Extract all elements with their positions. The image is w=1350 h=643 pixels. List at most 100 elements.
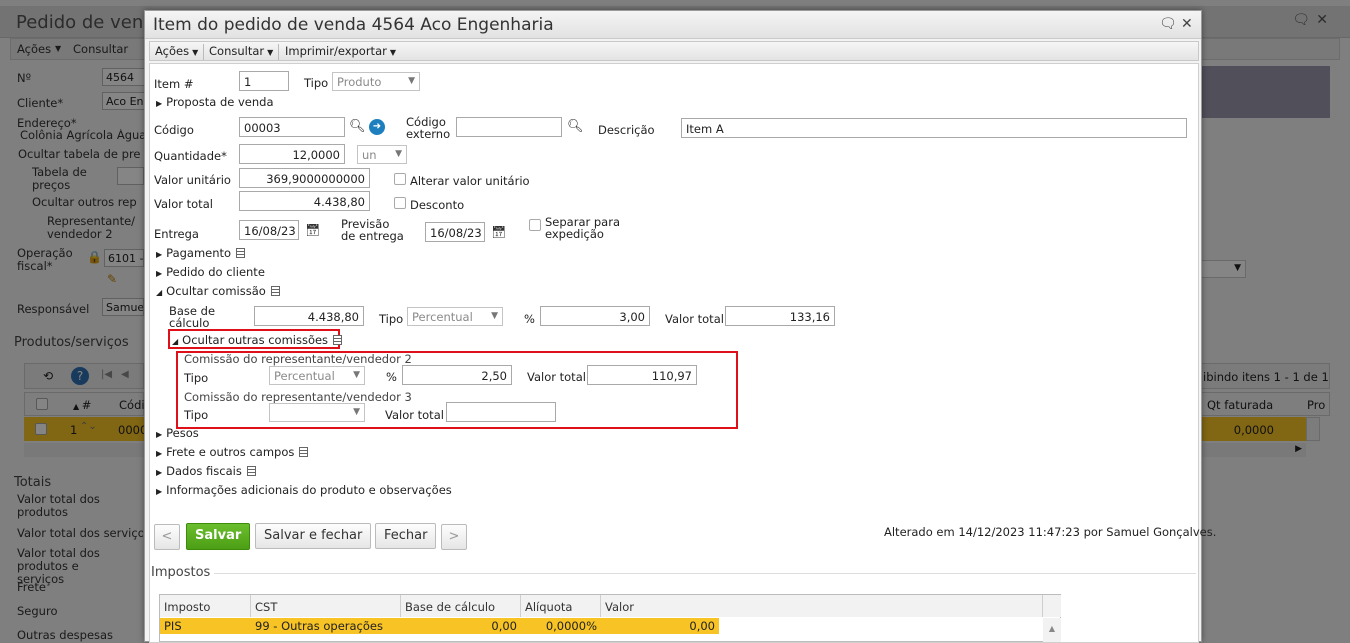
codigo-externo-label: Código externo (406, 115, 451, 141)
dialog-form-panel: Item # 1 Tipo Produto ▼ ▶ Proposta de vend… (149, 63, 1216, 643)
unidade-select[interactable]: un ▼ (357, 145, 407, 164)
chevron-down-icon: ▼ (353, 407, 360, 417)
comissao-valor-total-input[interactable]: 133,16 (725, 306, 835, 326)
pedido-cliente-expander[interactable]: ▶ Pedido do cliente (156, 265, 265, 279)
item-dialog: Item do pedido de venda 4564 Aco Engenha… (144, 10, 1216, 643)
grid-scroll-up-icon[interactable]: ▲ (1043, 618, 1061, 642)
rep3-tipo-select[interactable]: ▼ (269, 403, 365, 422)
pesos-expander[interactable]: ▶ Pesos (156, 426, 199, 440)
next-button[interactable]: > (441, 524, 467, 550)
entrega-input[interactable]: 16/08/23 (239, 220, 299, 240)
valor-unitario-label: Valor unitário (154, 173, 231, 187)
chevron-down-icon: ▼ (192, 48, 199, 57)
item-label: Item # (154, 77, 194, 91)
col-imposto[interactable]: Imposto (160, 595, 251, 617)
menu-imprimir[interactable]: Imprimir/exportar ▼ (280, 44, 401, 60)
tipo-select[interactable]: Produto ▼ (332, 72, 420, 91)
notes-icon[interactable] (236, 248, 246, 258)
rep3-total-label: Valor total (385, 408, 444, 422)
comissao-expander[interactable]: ◢ Ocultar comissão (156, 284, 280, 298)
codigo-label: Código (154, 123, 194, 137)
comment-icon[interactable]: 🗨 (1159, 16, 1177, 32)
triangle-down-icon: ◢ (172, 337, 179, 346)
previsao-label: Previsão de entrega (341, 217, 404, 243)
calendar-icon[interactable]: 📅︎ (305, 223, 320, 237)
valor-total-input[interactable]: 4.438,80 (239, 191, 370, 211)
search-icon[interactable]: 🔍︎ (349, 119, 366, 134)
impostos-divider (214, 573, 1196, 574)
comissao-pct-input[interactable]: 3,00 (540, 306, 650, 326)
row-aliquota[interactable]: 0,0000% (521, 618, 601, 634)
salvar-button[interactable]: Salvar (186, 523, 251, 550)
row-valor[interactable]: 0,00 (601, 618, 719, 634)
row-base-calculo[interactable]: 0,00 (401, 618, 521, 634)
lookup-arrow-icon[interactable]: ➜ (369, 119, 385, 135)
rep3-total-input[interactable] (446, 402, 556, 422)
rep2-pct-input[interactable]: 2,50 (402, 365, 512, 385)
notes-icon[interactable] (299, 447, 309, 457)
valor-unitario-input[interactable]: 369,9000000000 (239, 168, 370, 188)
proposta-expander[interactable]: ▶ Proposta de venda (156, 95, 274, 109)
notes-icon[interactable] (270, 286, 280, 296)
tipo-label: Tipo (304, 76, 329, 90)
dados-fiscais-expander[interactable]: ▶ Dados fiscais (156, 464, 256, 478)
chevron-down-icon: ▼ (389, 48, 396, 57)
frete-expander[interactable]: ▶ Frete e outros campos (156, 445, 309, 459)
col-valor[interactable]: Valor (601, 595, 1043, 617)
col-aliquota[interactable]: Alíquota (521, 595, 601, 617)
rep2-tipo-label: Tipo (184, 371, 209, 385)
comissao-tipo-select[interactable]: Percentual ▼ (407, 307, 503, 326)
separar-checkbox[interactable] (529, 219, 541, 231)
chevron-down-icon: ▼ (267, 48, 274, 57)
triangle-right-icon: ▶ (156, 449, 163, 458)
col-base-calculo[interactable]: Base de cálculo (401, 595, 521, 617)
base-calculo-input[interactable]: 4.438,80 (254, 306, 364, 326)
descricao-label: Descrição (598, 123, 655, 137)
chevron-down-icon: ▼ (491, 311, 498, 321)
triangle-right-icon: ▶ (156, 487, 163, 496)
desconto-checkbox[interactable] (394, 197, 406, 209)
valor-total-label: Valor total (154, 197, 213, 211)
item-input[interactable]: 1 (239, 71, 289, 91)
rep2-pct-label: % (386, 370, 397, 384)
previsao-input[interactable]: 16/08/23 (425, 222, 485, 242)
dialog-toolbar: Ações ▼ Consultar ▼ Imprimir/exportar ▼ (149, 41, 1199, 61)
notes-icon[interactable] (246, 466, 256, 476)
codigo-input[interactable]: 00003 (239, 117, 345, 137)
triangle-right-icon: ▶ (156, 269, 163, 278)
rep2-title: Comissão do representante/vendedor 2 (184, 352, 412, 366)
alterar-valor-checkbox[interactable] (394, 173, 406, 185)
search-icon[interactable]: 🔍︎ (567, 119, 584, 134)
row-cst[interactable]: 99 - Outras operações (251, 618, 401, 634)
rep2-total-input[interactable]: 110,97 (587, 365, 697, 385)
rep3-title: Comissão do representante/vendedor 3 (184, 390, 412, 404)
quantidade-label: Quantidade* (154, 149, 227, 163)
rep3-tipo-label: Tipo (184, 408, 209, 422)
impostos-section: Impostos (151, 565, 211, 580)
descricao-input[interactable]: Item A (681, 118, 1187, 138)
quantidade-input[interactable]: 12,0000 (239, 144, 345, 164)
dialog-titlebar: Item do pedido de venda 4564 Aco Engenha… (145, 11, 1201, 39)
salvar-fechar-button[interactable]: Salvar e fechar (255, 523, 372, 549)
notes-icon[interactable] (333, 335, 343, 345)
row-imposto[interactable]: PIS (160, 618, 251, 634)
pagamento-expander[interactable]: ▶ Pagamento (156, 246, 246, 260)
triangle-right-icon: ▶ (156, 99, 163, 108)
info-adicionais-expander[interactable]: ▶ Informações adicionais do produto e obs… (156, 483, 452, 497)
triangle-down-icon: ◢ (156, 288, 163, 297)
chevron-down-icon: ▼ (353, 370, 360, 380)
calendar-icon[interactable]: 📅︎ (491, 225, 506, 239)
col-spacer (1043, 595, 1061, 617)
rep2-tipo-select[interactable]: Percentual ▼ (269, 366, 365, 385)
fechar-button[interactable]: Fechar (375, 523, 437, 549)
menu-acoes[interactable]: Ações ▼ (150, 44, 205, 60)
entrega-label: Entrega (154, 227, 199, 241)
alterado-text: Alterado em 14/12/2023 11:47:23 por Samu… (884, 525, 1217, 539)
codigo-externo-input[interactable] (456, 117, 562, 137)
col-cst[interactable]: CST (251, 595, 401, 617)
prev-button[interactable]: < (154, 524, 180, 550)
outras-comissoes-expander[interactable]: ◢ Ocultar outras comissões (172, 333, 343, 347)
triangle-right-icon: ▶ (156, 250, 163, 259)
menu-consultar[interactable]: Consultar ▼ (204, 44, 280, 60)
close-icon[interactable]: ✕ (1181, 16, 1193, 32)
